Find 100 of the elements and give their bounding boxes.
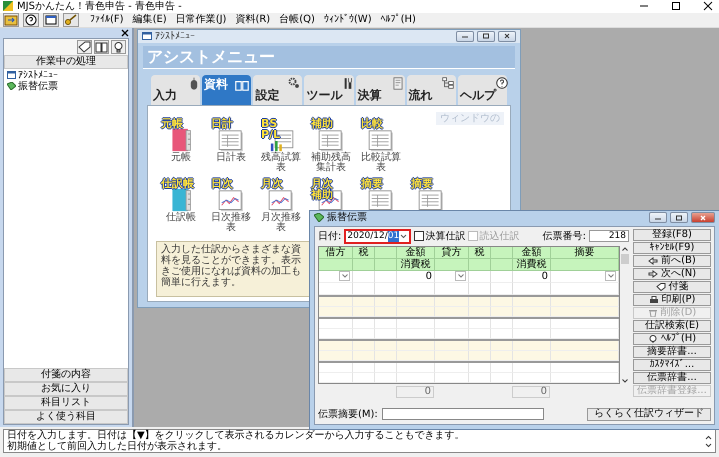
caret-icon [399, 232, 408, 240]
close-button[interactable] [498, 30, 516, 42]
category-tab[interactable]: 流れ [406, 74, 456, 105]
line-chart-icon[interactable] [217, 190, 245, 212]
memo-field[interactable] [382, 408, 544, 420]
table-cell [551, 318, 619, 329]
action-button[interactable]: ﾍﾙﾌﾟ(H) [633, 332, 711, 345]
report-label[interactable]: 残高試算表 [257, 152, 305, 173]
table-cell [513, 372, 551, 383]
panel-section-tab[interactable]: 科目リスト [4, 396, 128, 410]
total-field: 0 [512, 386, 550, 398]
category-tab[interactable]: ヘルプ [458, 74, 507, 105]
column-subheader: 消費税 [513, 258, 551, 271]
menu-item[interactable]: 日常作業(J) [176, 14, 226, 26]
binder-icon[interactable] [170, 188, 192, 212]
trash-icon [648, 308, 658, 317]
panel-section-tab[interactable]: よく使う科目 [4, 410, 128, 424]
category-tab[interactable]: 設定 [253, 74, 302, 105]
table-cell [375, 270, 397, 283]
action-button[interactable]: 摘要辞書... [633, 346, 711, 358]
menu-item[interactable]: ｳｨﾝﾄﾞｳ(W) [324, 14, 372, 26]
mouse-icon [190, 76, 198, 91]
dropdown-button[interactable] [605, 271, 616, 282]
report-label[interactable]: 補助残高集計表 [307, 152, 355, 173]
action-button[interactable]: 次へ(N) [633, 268, 711, 280]
report-label[interactable]: 仕訳帳 [157, 212, 205, 223]
action-button[interactable]: 前へ(B) [633, 254, 711, 267]
action-button[interactable]: ｷｬﾝｾﾙ(F9) [633, 242, 711, 254]
report-label[interactable]: 月次推移表 [257, 212, 305, 233]
folder-arrow-icon[interactable] [3, 12, 19, 27]
caret-icon [456, 273, 464, 280]
spreadsheet-icon[interactable] [367, 190, 395, 212]
lightbulb-icon[interactable] [111, 40, 126, 54]
spreadsheet-icon[interactable] [367, 130, 395, 152]
table-cell [375, 372, 397, 383]
restore-button[interactable] [477, 30, 495, 42]
line-chart-icon[interactable] [267, 190, 295, 212]
category-tab[interactable]: 入力 [151, 74, 200, 105]
spreadsheet-icon[interactable] [317, 130, 345, 152]
action-button[interactable]: 登録(F8) [633, 228, 711, 241]
panel-header[interactable]: 作業中の処理 [4, 54, 128, 69]
table-cell [375, 350, 397, 361]
menu-item[interactable]: 資料(R) [235, 14, 270, 26]
voucher-number-field[interactable]: 218 [589, 230, 629, 242]
close-button[interactable] [691, 212, 715, 224]
dropdown-button[interactable] [339, 271, 350, 282]
report-label[interactable]: 比較試算表 [357, 152, 405, 173]
app-icon [3, 1, 13, 12]
action-button[interactable]: 印刷(P) [633, 294, 711, 306]
table-cell [319, 318, 353, 329]
close-icon[interactable] [703, 1, 713, 12]
minimize-button[interactable] [649, 212, 667, 224]
action-button[interactable]: 仕訳検索(E) [633, 320, 711, 332]
category-tab[interactable]: 資料 [202, 74, 252, 105]
table-cell [491, 362, 513, 373]
action-button[interactable]: 伝票辞書... [633, 372, 711, 384]
panel-section-tab[interactable]: 付箋の内容 [4, 368, 128, 382]
report-title: BS [261, 118, 278, 129]
maximize-icon[interactable] [671, 1, 681, 12]
spreadsheet-icon[interactable] [217, 130, 245, 152]
report-label[interactable]: 日計表 [207, 152, 255, 163]
minimize-button[interactable] [456, 30, 474, 42]
table-cell [513, 296, 551, 307]
menu-item[interactable]: ﾍﾙﾌﾟ(H) [380, 14, 416, 26]
description-text: 入力した仕訳からさまざまな資料を見ることができます。表示 [161, 244, 302, 266]
category-tab[interactable]: ツール [304, 74, 354, 105]
date-field[interactable]: 2020/12/01 [344, 228, 412, 244]
scroll-thumb[interactable] [620, 254, 628, 264]
column-header: 税 [353, 246, 375, 259]
table-cell [435, 362, 469, 373]
menu-item[interactable]: 編集(E) [132, 14, 167, 26]
column-header: 金額 [397, 246, 435, 259]
restore-button[interactable] [670, 212, 688, 224]
task-item[interactable]: 振替伝票 [18, 80, 58, 92]
action-button[interactable]: ｶｽﾀﾏｲｽﾞ... [633, 358, 711, 371]
window-icon[interactable] [43, 12, 59, 27]
help-icon[interactable] [23, 12, 39, 27]
close-icon[interactable] [121, 28, 129, 37]
tag-icon[interactable] [77, 40, 92, 54]
menu-item[interactable]: 台帳(Q) [279, 14, 315, 26]
table-cell [353, 306, 375, 317]
report-label[interactable]: 日次推移表 [207, 212, 255, 233]
wizard-button[interactable]: らくらく仕訳ウィザード [587, 408, 711, 421]
document-icon [7, 82, 16, 90]
panel-section-tab[interactable]: お気に入り [4, 382, 128, 396]
book-icon [235, 80, 250, 91]
report-label[interactable]: 元帳 [157, 152, 205, 163]
category-tab[interactable]: 決算 [356, 74, 405, 105]
dropdown-button[interactable] [455, 271, 466, 282]
binder-icon[interactable] [170, 128, 192, 152]
menu-item[interactable]: ﾌｧｲﾙ(F) [90, 14, 124, 26]
amount-cell[interactable]: 0 [397, 270, 435, 283]
task-item[interactable]: ｱｼｽﾄﾒﾆｭｰ [18, 70, 58, 81]
amount-cell[interactable]: 0 [513, 270, 551, 283]
window-icon [142, 32, 152, 40]
action-button[interactable]: 付箋 [633, 280, 711, 293]
spreadsheet-icon[interactable] [417, 190, 445, 212]
key-icon[interactable] [63, 12, 79, 27]
checkbox[interactable] [414, 231, 424, 242]
book-icon[interactable] [94, 40, 109, 54]
